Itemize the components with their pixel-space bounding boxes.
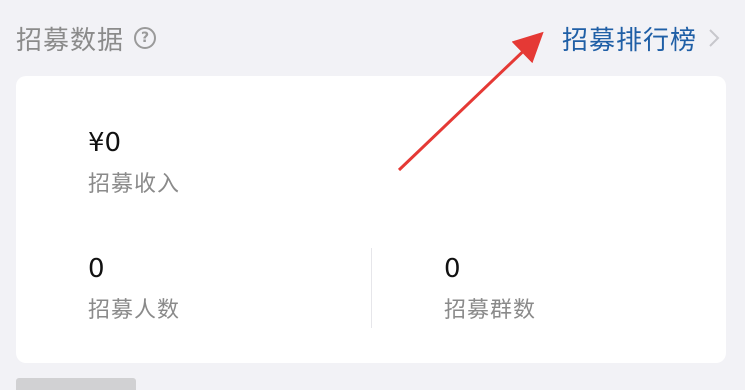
stat-people-value: 0 bbox=[88, 254, 105, 284]
recruit-ranking-label[interactable]: 招募排行榜 bbox=[562, 20, 697, 57]
stat-groups-label: 招募群数 bbox=[444, 298, 537, 323]
recruit-ranking-link[interactable]: 招募排行榜 bbox=[562, 18, 721, 58]
stats-divider bbox=[371, 248, 372, 328]
stat-income-label: 招募收入 bbox=[88, 172, 181, 197]
stat-people-label: 招募人数 bbox=[88, 298, 181, 323]
stat-groups-value: 0 bbox=[444, 254, 461, 284]
section-header: 招募数据 ? bbox=[16, 18, 157, 58]
help-icon[interactable]: ? bbox=[134, 27, 157, 49]
stat-groups: 0 招募群数 bbox=[444, 256, 536, 322]
recruit-stats-card: ¥0 招募收入 0 招募人数 0 招募群数 bbox=[16, 76, 726, 363]
stat-income: ¥0 招募收入 bbox=[88, 130, 180, 196]
next-section-title-clipped bbox=[16, 378, 136, 390]
next-section-header bbox=[16, 378, 156, 390]
section-title: 招募数据 bbox=[16, 25, 125, 56]
chevron-right-icon[interactable] bbox=[707, 27, 721, 49]
stat-people: 0 招募人数 bbox=[88, 256, 180, 322]
stat-income-value: ¥0 bbox=[88, 128, 122, 158]
